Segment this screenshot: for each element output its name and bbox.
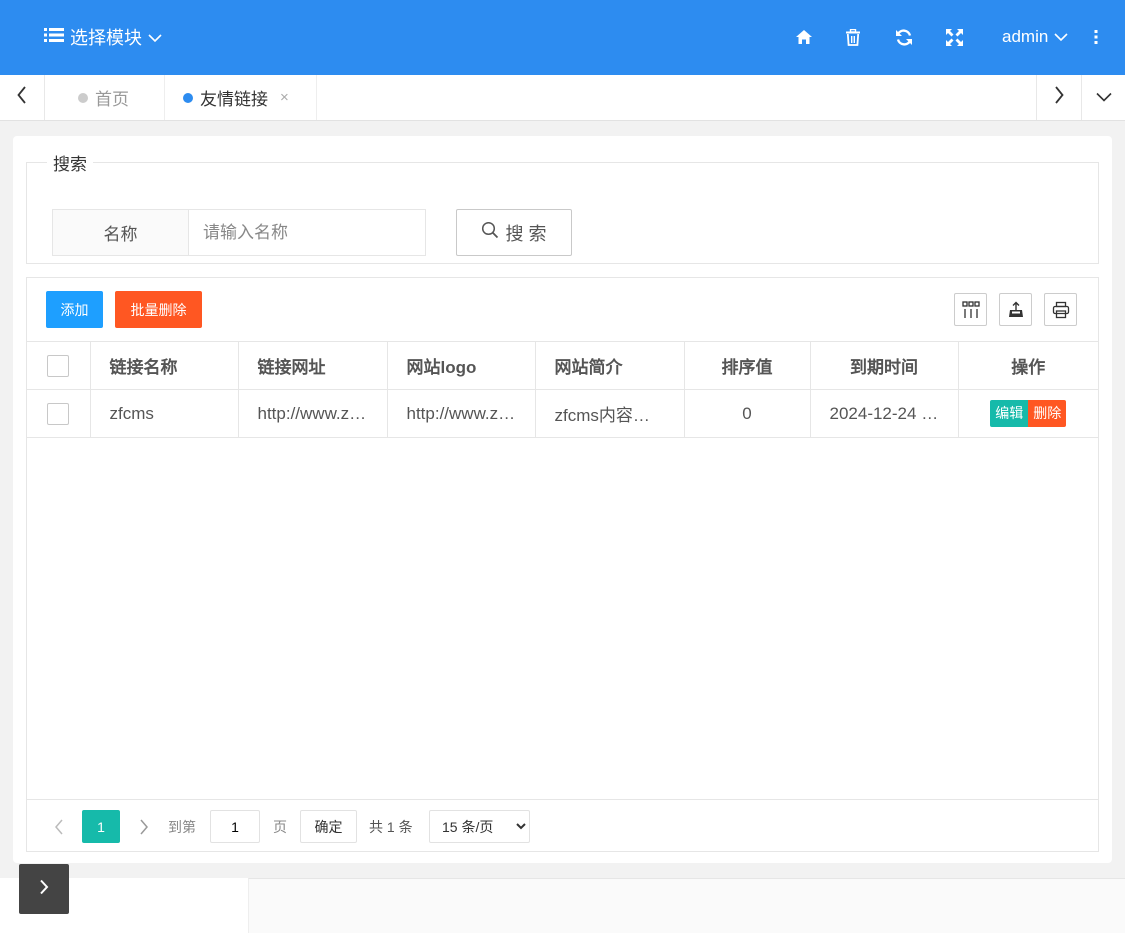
tab-scroll-right-button[interactable] — [1036, 75, 1081, 120]
chevron-down-icon — [148, 27, 162, 48]
refresh-icon[interactable] — [892, 24, 916, 50]
confirm-button[interactable]: 确定 — [300, 810, 357, 843]
row-select-cell — [27, 389, 91, 438]
select-all-cell — [27, 341, 91, 390]
goto-label: 到第 — [168, 818, 196, 835]
select-all-checkbox[interactable] — [47, 354, 70, 377]
table-row: zfcms http://www.zfcms.cn http://www.zfc… — [27, 389, 1098, 438]
fullscreen-icon[interactable] — [942, 24, 966, 50]
export-icon[interactable] — [999, 293, 1032, 326]
table-toolbar: 添加 批量删除 — [27, 278, 1098, 341]
close-icon[interactable]: × — [280, 89, 289, 106]
chevron-right-icon — [39, 879, 49, 900]
user-name: admin — [1002, 27, 1049, 46]
search-button[interactable]: 搜 索 — [456, 209, 572, 256]
tab-label: 友情链接 — [200, 90, 268, 109]
tab-status-dot — [183, 92, 193, 103]
friend-links-table: 链接名称 链接网址 网站logo 网站简介 排序值 到期时间 操作 zfcms … — [27, 341, 1098, 438]
column-header[interactable]: 网站简介 — [535, 341, 685, 390]
goto-page-input[interactable] — [210, 810, 260, 843]
tab-home[interactable]: 首页 — [46, 75, 165, 120]
tab-scroll-left-button[interactable] — [0, 75, 45, 120]
data-table-container: 添加 批量删除 链接名称 链接网址 网站logo 网站简介 排序值 到期时间 操… — [26, 277, 1099, 852]
module-selector[interactable]: 选择模块 — [44, 24, 162, 50]
home-icon[interactable] — [792, 24, 816, 50]
top-header: 选择模块 admin — [0, 0, 1125, 75]
trash-icon[interactable] — [841, 24, 865, 50]
page-footer — [248, 878, 1125, 933]
chevron-right-icon — [1054, 86, 1064, 109]
search-fieldset: 搜索 名称 搜 索 — [26, 150, 1099, 264]
name-search-field: 名称 — [52, 209, 426, 256]
column-header[interactable]: 链接名称 — [90, 341, 239, 390]
module-selector-label: 选择模块 — [70, 28, 142, 48]
column-header[interactable]: 排序值 — [684, 341, 811, 390]
page-unit-label: 页 — [273, 818, 287, 835]
cell-site-logo: http://www.zfcms.cn/logo.png — [387, 389, 536, 438]
column-header[interactable]: 到期时间 — [810, 341, 959, 390]
add-button[interactable]: 添加 — [46, 291, 103, 328]
search-icon — [481, 221, 499, 244]
chevron-left-icon[interactable] — [49, 810, 69, 843]
user-menu[interactable]: admin — [1002, 24, 1068, 50]
more-vertical-icon[interactable] — [1088, 24, 1104, 50]
row-checkbox[interactable] — [47, 402, 70, 425]
sidebar-toggle-button[interactable] — [19, 864, 69, 914]
search-legend: 搜索 — [53, 155, 87, 174]
tab-friend-links[interactable]: 友情链接 × — [165, 75, 317, 120]
cell-expire-time: 2024-12-24 00:00:00 — [810, 389, 959, 438]
name-search-input[interactable] — [189, 210, 425, 255]
batch-delete-button[interactable]: 批量删除 — [115, 291, 202, 328]
columns-filter-icon[interactable] — [954, 293, 987, 326]
chevron-down-icon — [1054, 27, 1068, 47]
chevron-right-icon[interactable] — [134, 810, 154, 843]
cell-sort-value: 0 — [684, 389, 811, 438]
chevron-down-icon — [1096, 89, 1112, 107]
column-header[interactable]: 链接网址 — [238, 341, 388, 390]
tab-bar: 首页 友情链接 × — [0, 75, 1125, 121]
pagination: 1 到第 页 确定 共 1 条 10 条/页 15 条/页 20 条/页 30 … — [27, 799, 1098, 851]
tab-status-dot — [78, 92, 88, 103]
tab-label: 首页 — [95, 90, 129, 109]
cell-site-intro: zfcms内容管理系统 — [535, 389, 685, 438]
column-header: 操作 — [958, 341, 1098, 390]
print-icon[interactable] — [1044, 293, 1077, 326]
delete-button[interactable]: 删除 — [1028, 400, 1067, 427]
table-header-row: 链接名称 链接网址 网站logo 网站简介 排序值 到期时间 操作 — [27, 341, 1098, 390]
page-size-select[interactable]: 10 条/页 15 条/页 20 条/页 30 条/页 50 条/页 — [429, 810, 530, 843]
name-field-label: 名称 — [53, 210, 189, 255]
chevron-left-icon — [17, 86, 27, 109]
column-header[interactable]: 网站logo — [387, 341, 536, 390]
cell-link-name: zfcms — [90, 389, 239, 438]
tab-options-button[interactable] — [1081, 75, 1125, 120]
content-panel: 搜索 名称 搜 索 添加 批量删除 — [13, 136, 1112, 863]
list-icon — [44, 27, 64, 48]
cell-actions: 编辑 删除 — [958, 389, 1098, 438]
search-button-label: 搜 索 — [505, 223, 547, 244]
edit-button[interactable]: 编辑 — [990, 400, 1029, 427]
total-count: 共 1 条 — [369, 818, 413, 835]
current-page[interactable]: 1 — [82, 810, 120, 843]
cell-link-url: http://www.zfcms.cn — [238, 389, 388, 438]
